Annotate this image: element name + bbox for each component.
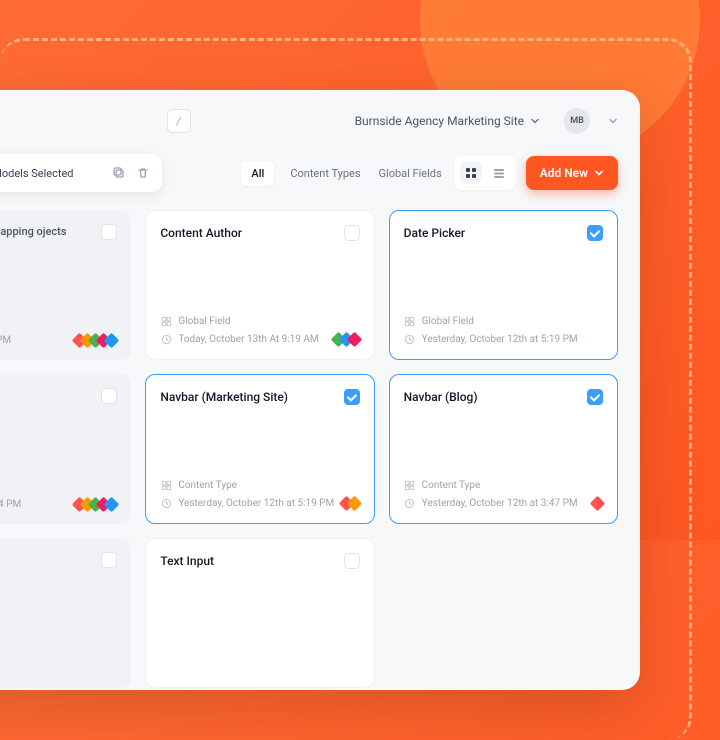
add-new-button[interactable]: Add New <box>526 156 618 190</box>
card-title: Navbar (Marketing Site) <box>160 389 288 406</box>
card-tags <box>344 498 360 509</box>
card-kind: Content Type <box>178 480 237 491</box>
type-icon <box>404 315 416 327</box>
filter-tabs: All Content Types Global Fields <box>241 161 443 186</box>
app-window: / Burnside Agency Marketing Site MB 3 Co… <box>0 90 640 690</box>
type-icon <box>160 315 172 327</box>
copy-icon[interactable] <box>112 166 126 180</box>
chevron-down-icon <box>594 168 604 178</box>
card-date: 13th At 12:20 PM <box>0 335 11 346</box>
tag-icon <box>590 495 606 511</box>
card-title: Text Input <box>160 553 214 570</box>
card-title: Content Author <box>160 225 242 242</box>
content-card[interactable]: Navbar (Marketing Site) Content Type Yeste… <box>145 374 374 524</box>
tab-global-fields[interactable]: Global Fields <box>377 163 444 184</box>
card-kind: Content Type <box>422 480 481 491</box>
card-tags <box>77 335 117 346</box>
card-title: ages and text recapping ojects <box>0 224 67 239</box>
tag-icon <box>104 332 120 348</box>
card-kind: Global Field <box>422 316 474 327</box>
card-kind: Global Field <box>178 316 230 327</box>
content-card[interactable]: Text Input <box>145 538 374 688</box>
chevron-down-icon <box>530 116 540 126</box>
card-date: Yesterday, October 12th at 5:19 PM <box>422 334 578 345</box>
clock-icon <box>160 497 172 509</box>
search-shortcut[interactable]: / <box>167 109 191 133</box>
card-date: Yesterday, October 12th at 5:19 PM <box>178 498 334 509</box>
card-date: Yesterday, October 12th at 3:47 PM <box>422 498 578 509</box>
chevron-down-icon[interactable] <box>608 116 618 126</box>
view-toggle <box>454 156 516 190</box>
card-tags <box>77 499 117 510</box>
card-checkbox[interactable] <box>344 389 360 405</box>
card-title: Date Picker <box>404 225 466 242</box>
trash-icon[interactable] <box>136 166 150 180</box>
card-checkbox[interactable] <box>101 224 117 240</box>
card-title: Navbar (Blog) <box>404 389 478 406</box>
site-switcher[interactable]: Burnside Agency Marketing Site <box>355 114 540 128</box>
card-checkbox[interactable] <box>101 552 117 568</box>
avatar[interactable]: MB <box>564 108 590 134</box>
list-view-icon[interactable] <box>488 162 510 184</box>
card-date: Today, October 13th At 9:19 AM <box>178 334 318 345</box>
card-tags <box>595 498 603 509</box>
content-card[interactable]: ber 12th at 1:14 PM <box>0 374 131 524</box>
card-checkbox[interactable] <box>344 553 360 569</box>
topbar: / Burnside Agency Marketing Site MB <box>0 108 618 134</box>
tab-all[interactable]: All <box>241 161 274 186</box>
card-date: ber 12th at 1:14 PM <box>0 499 21 510</box>
card-checkbox[interactable] <box>587 225 603 241</box>
card-checkbox[interactable] <box>101 388 117 404</box>
content-card[interactable]: Navbar (Blog) Content Type Yesterday, Octo… <box>389 374 618 524</box>
card-tags <box>336 334 360 345</box>
clock-icon <box>160 333 172 345</box>
clock-icon <box>404 333 416 345</box>
type-icon <box>160 479 172 491</box>
content-card[interactable]: Date Picker Global Field Yesterday, Octobe… <box>389 210 618 360</box>
selection-pill: 3 Content Models Selected <box>0 154 162 192</box>
search-wrap: / <box>0 109 191 133</box>
toolbar: 3 Content Models Selected All Content Ty… <box>0 154 618 192</box>
clock-icon <box>404 497 416 509</box>
site-label: Burnside Agency Marketing Site <box>355 114 524 128</box>
selection-count: 3 Content Models Selected <box>0 167 102 180</box>
card-checkbox[interactable] <box>344 225 360 241</box>
tag-icon <box>104 496 120 512</box>
grid-view-icon[interactable] <box>460 162 482 184</box>
card-grid: ages and text recapping ojects 13th At 12… <box>0 210 618 688</box>
content-card[interactable]: ages and text recapping ojects 13th At 12… <box>0 210 131 360</box>
tab-content-types[interactable]: Content Types <box>288 163 362 184</box>
type-icon <box>404 479 416 491</box>
content-card[interactable]: Content Author Global Field Today, October… <box>145 210 374 360</box>
content-card[interactable] <box>0 538 131 688</box>
card-checkbox[interactable] <box>587 389 603 405</box>
